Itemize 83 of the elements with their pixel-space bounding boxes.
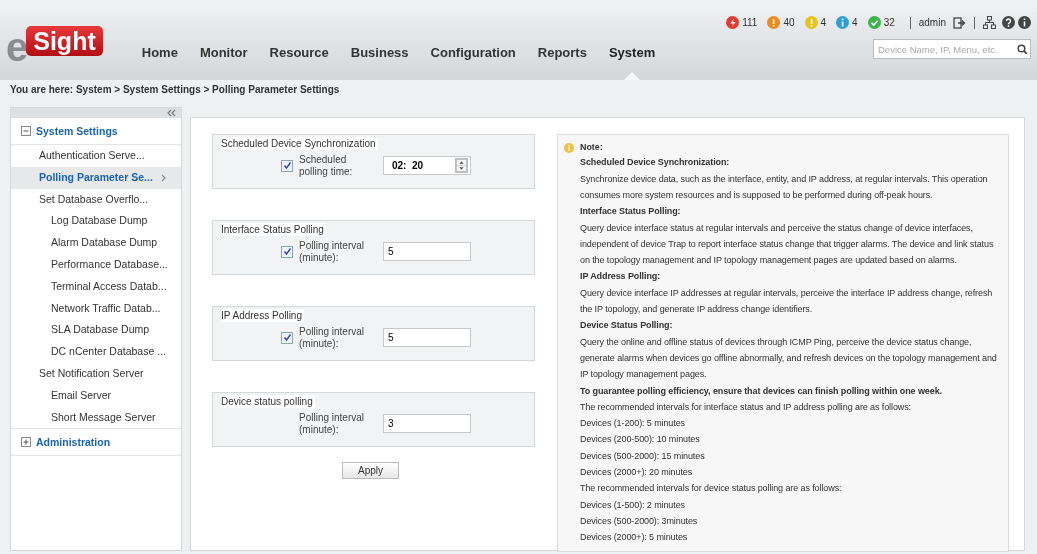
field-label: Polling interval (minute): xyxy=(299,239,366,264)
collapse-icon[interactable] xyxy=(21,126,31,136)
note-text: Devices (200-500): 10 minutes xyxy=(580,433,701,447)
checkbox[interactable] xyxy=(281,159,293,172)
tree-section[interactable]: Administration xyxy=(11,428,181,457)
nav-tab[interactable]: Business xyxy=(339,12,420,80)
note-text: Synchronize device data, such as the interface, entity, and IP address, at regular intervals. This operation consumes more system resources and is supposed to be performed during off-peak hours. xyxy=(580,172,989,202)
note-heading: Scheduled Device Synchronization: xyxy=(580,156,731,170)
tree-item[interactable]: Log Database Dump xyxy=(11,210,181,233)
checkbox[interactable] xyxy=(281,331,293,344)
nav-tab[interactable]: Monitor xyxy=(188,12,259,80)
check-icon xyxy=(282,161,292,170)
user-name[interactable]: admin xyxy=(918,15,946,30)
note-heading: Device Status Polling: xyxy=(580,319,674,333)
nav-tab[interactable]: Reports xyxy=(526,12,598,80)
topology-icon[interactable] xyxy=(983,16,996,29)
note-text: The recommended intervals for device status polling are as follows: xyxy=(580,482,843,496)
alarm-count: 32 xyxy=(883,16,895,30)
note-heading: Interface Status Polling: xyxy=(580,205,682,219)
input-field[interactable]: 5 xyxy=(383,242,471,261)
note-heading: IP Address Polling: xyxy=(580,270,662,284)
group-title: Interface Status Polling xyxy=(221,223,326,236)
note-text: Devices (500-2000): 3minutes xyxy=(580,514,699,528)
logo-name: Sight xyxy=(26,26,103,56)
note-text: Query device interface status at regular intervals and perceive the status change of device interfaces, independent of device Trap to report interface status change that trigger alarms. The device and link status on the topology management and IP topology management pages are updated based on alarms. xyxy=(580,221,995,268)
field-label: Scheduled polling time: xyxy=(299,153,354,178)
note-text: Devices (2000+): 20 minutes xyxy=(580,466,694,479)
logo-letter: e xyxy=(6,30,29,64)
help-icon[interactable] xyxy=(1002,16,1015,29)
tree-item[interactable]: Network Traffic Datab... xyxy=(11,297,181,320)
tree-item[interactable]: Authentication Serve... xyxy=(11,145,181,167)
nav-tab[interactable]: System xyxy=(597,12,667,80)
tree-item[interactable]: Set Database Overflo... xyxy=(11,188,181,211)
alarm-count: 4 xyxy=(820,16,827,30)
tree-item[interactable]: Performance Database... xyxy=(11,254,181,276)
note-text: Query the online and offline status of devices through ICMP Ping, perceive the device status change, generate alarms when devices go offline abnormally, and refresh devices on the topology management and IP topology management pages. xyxy=(580,335,998,382)
tree-item[interactable]: Alarm Database Dump xyxy=(11,232,181,254)
nav-tab[interactable]: Home xyxy=(130,12,189,80)
note-text: Devices (1-500): 2 minutes xyxy=(580,498,686,512)
field-label: Polling interval (minute): xyxy=(299,411,366,436)
note-text: Query device interface IP addresses at regular intervals, perceive the interface IP address change, refresh the IP topology, and generate IP address change identifiers. xyxy=(580,286,994,317)
tree-item[interactable]: Email Server xyxy=(11,384,181,407)
input-field[interactable]: 5 xyxy=(383,328,471,347)
note-text: The recommended intervals for interface status and IP address polling are as follows: xyxy=(580,400,912,414)
check-icon xyxy=(282,333,292,342)
input-field[interactable]: 3 xyxy=(383,414,471,433)
logout-icon[interactable] xyxy=(953,16,966,29)
collapse-icon[interactable] xyxy=(167,109,176,117)
alarm-count: 4 xyxy=(852,16,858,30)
info-icon xyxy=(564,142,574,153)
group-title: Scheduled Device Synchronization xyxy=(221,137,378,150)
nav-tab[interactable]: Resource xyxy=(258,12,340,80)
nav-tab[interactable]: Configuration xyxy=(419,12,527,80)
group-title: IP Address Polling xyxy=(221,309,304,322)
tree-section[interactable]: System Settings xyxy=(11,118,181,145)
note-text: Devices (1-200): 5 minutes xyxy=(580,417,686,431)
check-icon[interactable] xyxy=(867,16,881,29)
info-icon[interactable] xyxy=(1018,16,1031,29)
note-title: Note: xyxy=(580,141,603,154)
tree-item[interactable]: DC nCenter Database ... xyxy=(11,341,181,363)
exclamation-icon[interactable] xyxy=(767,16,781,29)
tree-item[interactable]: Short Message Server xyxy=(11,406,181,429)
chevron-icon xyxy=(161,173,167,182)
tree-item[interactable]: Terminal Access Datab... xyxy=(11,275,181,298)
spinner-icon[interactable] xyxy=(455,158,468,173)
tree-item[interactable]: Set Notification Server xyxy=(11,362,181,385)
lightning-icon[interactable] xyxy=(726,16,740,29)
field-label: Polling interval (minute): xyxy=(299,325,366,350)
alarm-count: 111 xyxy=(742,16,758,30)
note-text: Devices (2000+): 5 minutes xyxy=(580,531,689,545)
group-title: Device status polling xyxy=(221,395,315,408)
check-icon xyxy=(282,247,292,256)
checkbox[interactable] xyxy=(281,245,293,258)
search-field[interactable]: Device Name, IP, Menu, etc. xyxy=(873,39,1031,59)
apply-button[interactable]: Apply xyxy=(342,462,399,479)
breadcrumb: You are here: System > System Settings > Polling Parameter Settings xyxy=(9,83,341,97)
tree-item[interactable]: Polling Parameter Se... xyxy=(11,166,181,189)
tree-item[interactable]: SLA Database Dump xyxy=(11,319,181,342)
alarm-count: 40 xyxy=(783,16,795,30)
note-text: Devices (500-2000): 15 minutes xyxy=(580,449,706,463)
expand-icon[interactable] xyxy=(21,437,31,448)
note-heading: To guarantee polling efficiency, ensure that devices can finish polling within one week. xyxy=(580,384,943,398)
search-icon[interactable] xyxy=(1017,44,1027,54)
